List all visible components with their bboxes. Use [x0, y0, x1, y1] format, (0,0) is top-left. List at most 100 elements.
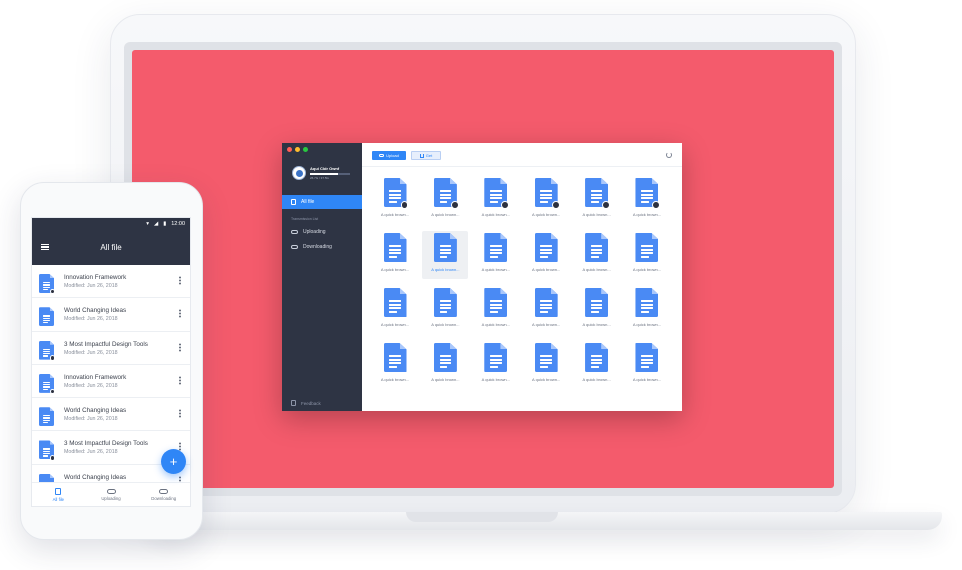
file-item[interactable]: A quick brown...: [624, 231, 670, 279]
more-options-icon[interactable]: [179, 409, 181, 419]
file-item[interactable]: A quick brown...: [624, 286, 670, 334]
tab-label: Uploading: [101, 495, 121, 501]
upload-button[interactable]: Upload: [372, 151, 406, 160]
desktop-app-window: Aqui Cldr Ownf 26.7G / 37.5G All file Tr…: [282, 143, 682, 411]
more-options-icon[interactable]: [179, 309, 181, 319]
file-item[interactable]: A quick brown...: [574, 231, 620, 279]
file-modified-date: Modified: Jun 26, 2018: [64, 316, 118, 323]
feedback-link[interactable]: Feedback: [291, 400, 321, 406]
file-name: A quick brown...: [380, 322, 410, 327]
document-icon: [635, 288, 659, 317]
status-time: 12:00: [171, 221, 185, 227]
list-item[interactable]: Innovation Framework Modified: Jun 26, 20…: [32, 365, 190, 399]
get-label: Get: [425, 153, 433, 158]
profile-info: Aqui Cldr Ownf 26.7G / 37.5G: [310, 166, 350, 180]
file-name: A quick brown...: [632, 212, 662, 217]
file-name: A quick brown...: [481, 212, 510, 217]
document-icon: [635, 343, 659, 372]
file-item[interactable]: A quick brown...: [523, 341, 569, 389]
file-item[interactable]: A quick brown...: [624, 176, 670, 224]
document-icon: [433, 178, 459, 209]
toolbar: Upload Get: [362, 143, 682, 167]
desktop-sidebar: Aqui Cldr Ownf 26.7G / 37.5G All file Tr…: [282, 143, 362, 411]
file-item[interactable]: A quick brown...: [422, 231, 469, 279]
cloud-upload-icon: [379, 154, 385, 157]
file-item[interactable]: A quick brown...: [422, 176, 468, 224]
desktop-main: Upload Get A quick brown... A quick brown…: [362, 143, 682, 411]
user-profile[interactable]: Aqui Cldr Ownf 26.7G / 37.5G: [292, 166, 350, 180]
list-item[interactable]: World Changing IdeasModified: Jun 26, 20…: [32, 298, 190, 332]
file-name: 3 Most Impactful Design Tools: [64, 440, 148, 448]
file-item[interactable]: A quick brown...: [372, 231, 418, 279]
file-name: A quick brown...: [431, 322, 460, 327]
file-name: A quick brown...: [431, 377, 460, 382]
file-name: A quick brown...: [481, 377, 510, 382]
file-name: A quick brown...: [532, 267, 561, 272]
minimize-window-button[interactable]: [295, 147, 300, 152]
feedback-label: Feedback: [301, 400, 321, 406]
sync-badge-icon: [50, 355, 56, 361]
file-item[interactable]: A quick brown...: [523, 176, 569, 224]
maximize-window-button[interactable]: [303, 147, 308, 152]
file-item[interactable]: A quick brown...: [473, 286, 519, 334]
file-item[interactable]: A quick brown...: [574, 341, 620, 389]
file-modified-date: Modified: Jun 26, 2018: [64, 449, 118, 456]
sidebar-item-uploading[interactable]: Uploading: [291, 229, 326, 235]
avatar[interactable]: [292, 166, 306, 180]
more-options-icon[interactable]: [179, 342, 181, 352]
sync-badge-icon: [50, 455, 56, 461]
sync-badge-icon: [602, 200, 610, 209]
file-item[interactable]: A quick brown...: [574, 176, 620, 224]
tab-label: Downloading: [151, 495, 177, 501]
file-item[interactable]: A quick brown...: [422, 341, 468, 389]
file-name: A quick brown...: [532, 322, 561, 327]
file-item[interactable]: A quick brown...: [473, 341, 519, 389]
cloud-upload-icon: [106, 488, 116, 494]
file-item[interactable]: A quick brown...: [574, 286, 620, 334]
add-file-button[interactable]: +: [161, 449, 186, 474]
signal-icon: ◢: [153, 221, 159, 227]
document-icon: [39, 307, 54, 327]
page-title: All file: [100, 243, 122, 252]
file-name: Innovation Framework: [64, 274, 127, 281]
tab-all-file[interactable]: All file: [32, 483, 85, 506]
more-options-icon[interactable]: [179, 276, 181, 285]
file-modified-date: Modified: Jun 26, 2018: [64, 382, 118, 389]
file-item[interactable]: A quick brown...: [372, 286, 418, 334]
file-name: A quick brown...: [582, 212, 611, 217]
list-item[interactable]: 3 Most Impactful Design Tools Modified: J…: [32, 332, 190, 365]
document-icon: [484, 343, 508, 372]
more-options-icon[interactable]: [179, 375, 181, 385]
document-icon: [39, 440, 56, 461]
file-name: A quick brown...: [632, 377, 662, 382]
profile-name: Aqui Cldr Ownf: [310, 166, 340, 171]
sidebar-item-downloading[interactable]: Downloading: [291, 244, 332, 250]
list-item[interactable]: Innovation Framework Modified: Jun 26, 20…: [32, 265, 190, 299]
sync-badge-icon: [50, 288, 56, 295]
cloud-download-icon: [159, 488, 169, 494]
file-name: 3 Most Impactful Design Tools: [64, 340, 148, 348]
sidebar-item-all-file[interactable]: All file: [282, 195, 362, 209]
file-modified-date: Modified: Jun 26, 2018: [64, 349, 118, 356]
cloud-upload-icon: [291, 230, 298, 234]
tab-downloading[interactable]: Downloading: [137, 483, 190, 506]
file-name: A quick brown...: [380, 212, 410, 217]
file-item[interactable]: A quick brown...: [422, 286, 468, 334]
close-window-button[interactable]: [287, 147, 292, 152]
file-item[interactable]: A quick brown...: [473, 231, 519, 279]
file-item[interactable]: A quick brown...: [624, 341, 670, 389]
list-item[interactable]: World Changing IdeasModified: Jun 26, 20…: [32, 398, 190, 432]
get-button[interactable]: Get: [411, 151, 441, 160]
tab-uploading[interactable]: Uploading: [85, 483, 138, 506]
refresh-icon[interactable]: [666, 152, 672, 158]
file-item[interactable]: A quick brown...: [523, 231, 569, 279]
file-item[interactable]: A quick brown...: [523, 286, 569, 334]
document-icon: [433, 288, 457, 317]
file-item[interactable]: A quick brown...: [473, 176, 519, 224]
document-icon: [291, 199, 296, 205]
file-modified-date: Modified: Jun 26, 2018: [64, 416, 118, 423]
file-item[interactable]: A quick brown...: [372, 341, 418, 389]
edit-icon: [291, 400, 296, 406]
file-item[interactable]: A quick brown...: [372, 176, 418, 224]
status-bar: ▾ ◢ ▮ 12:00: [32, 218, 190, 230]
